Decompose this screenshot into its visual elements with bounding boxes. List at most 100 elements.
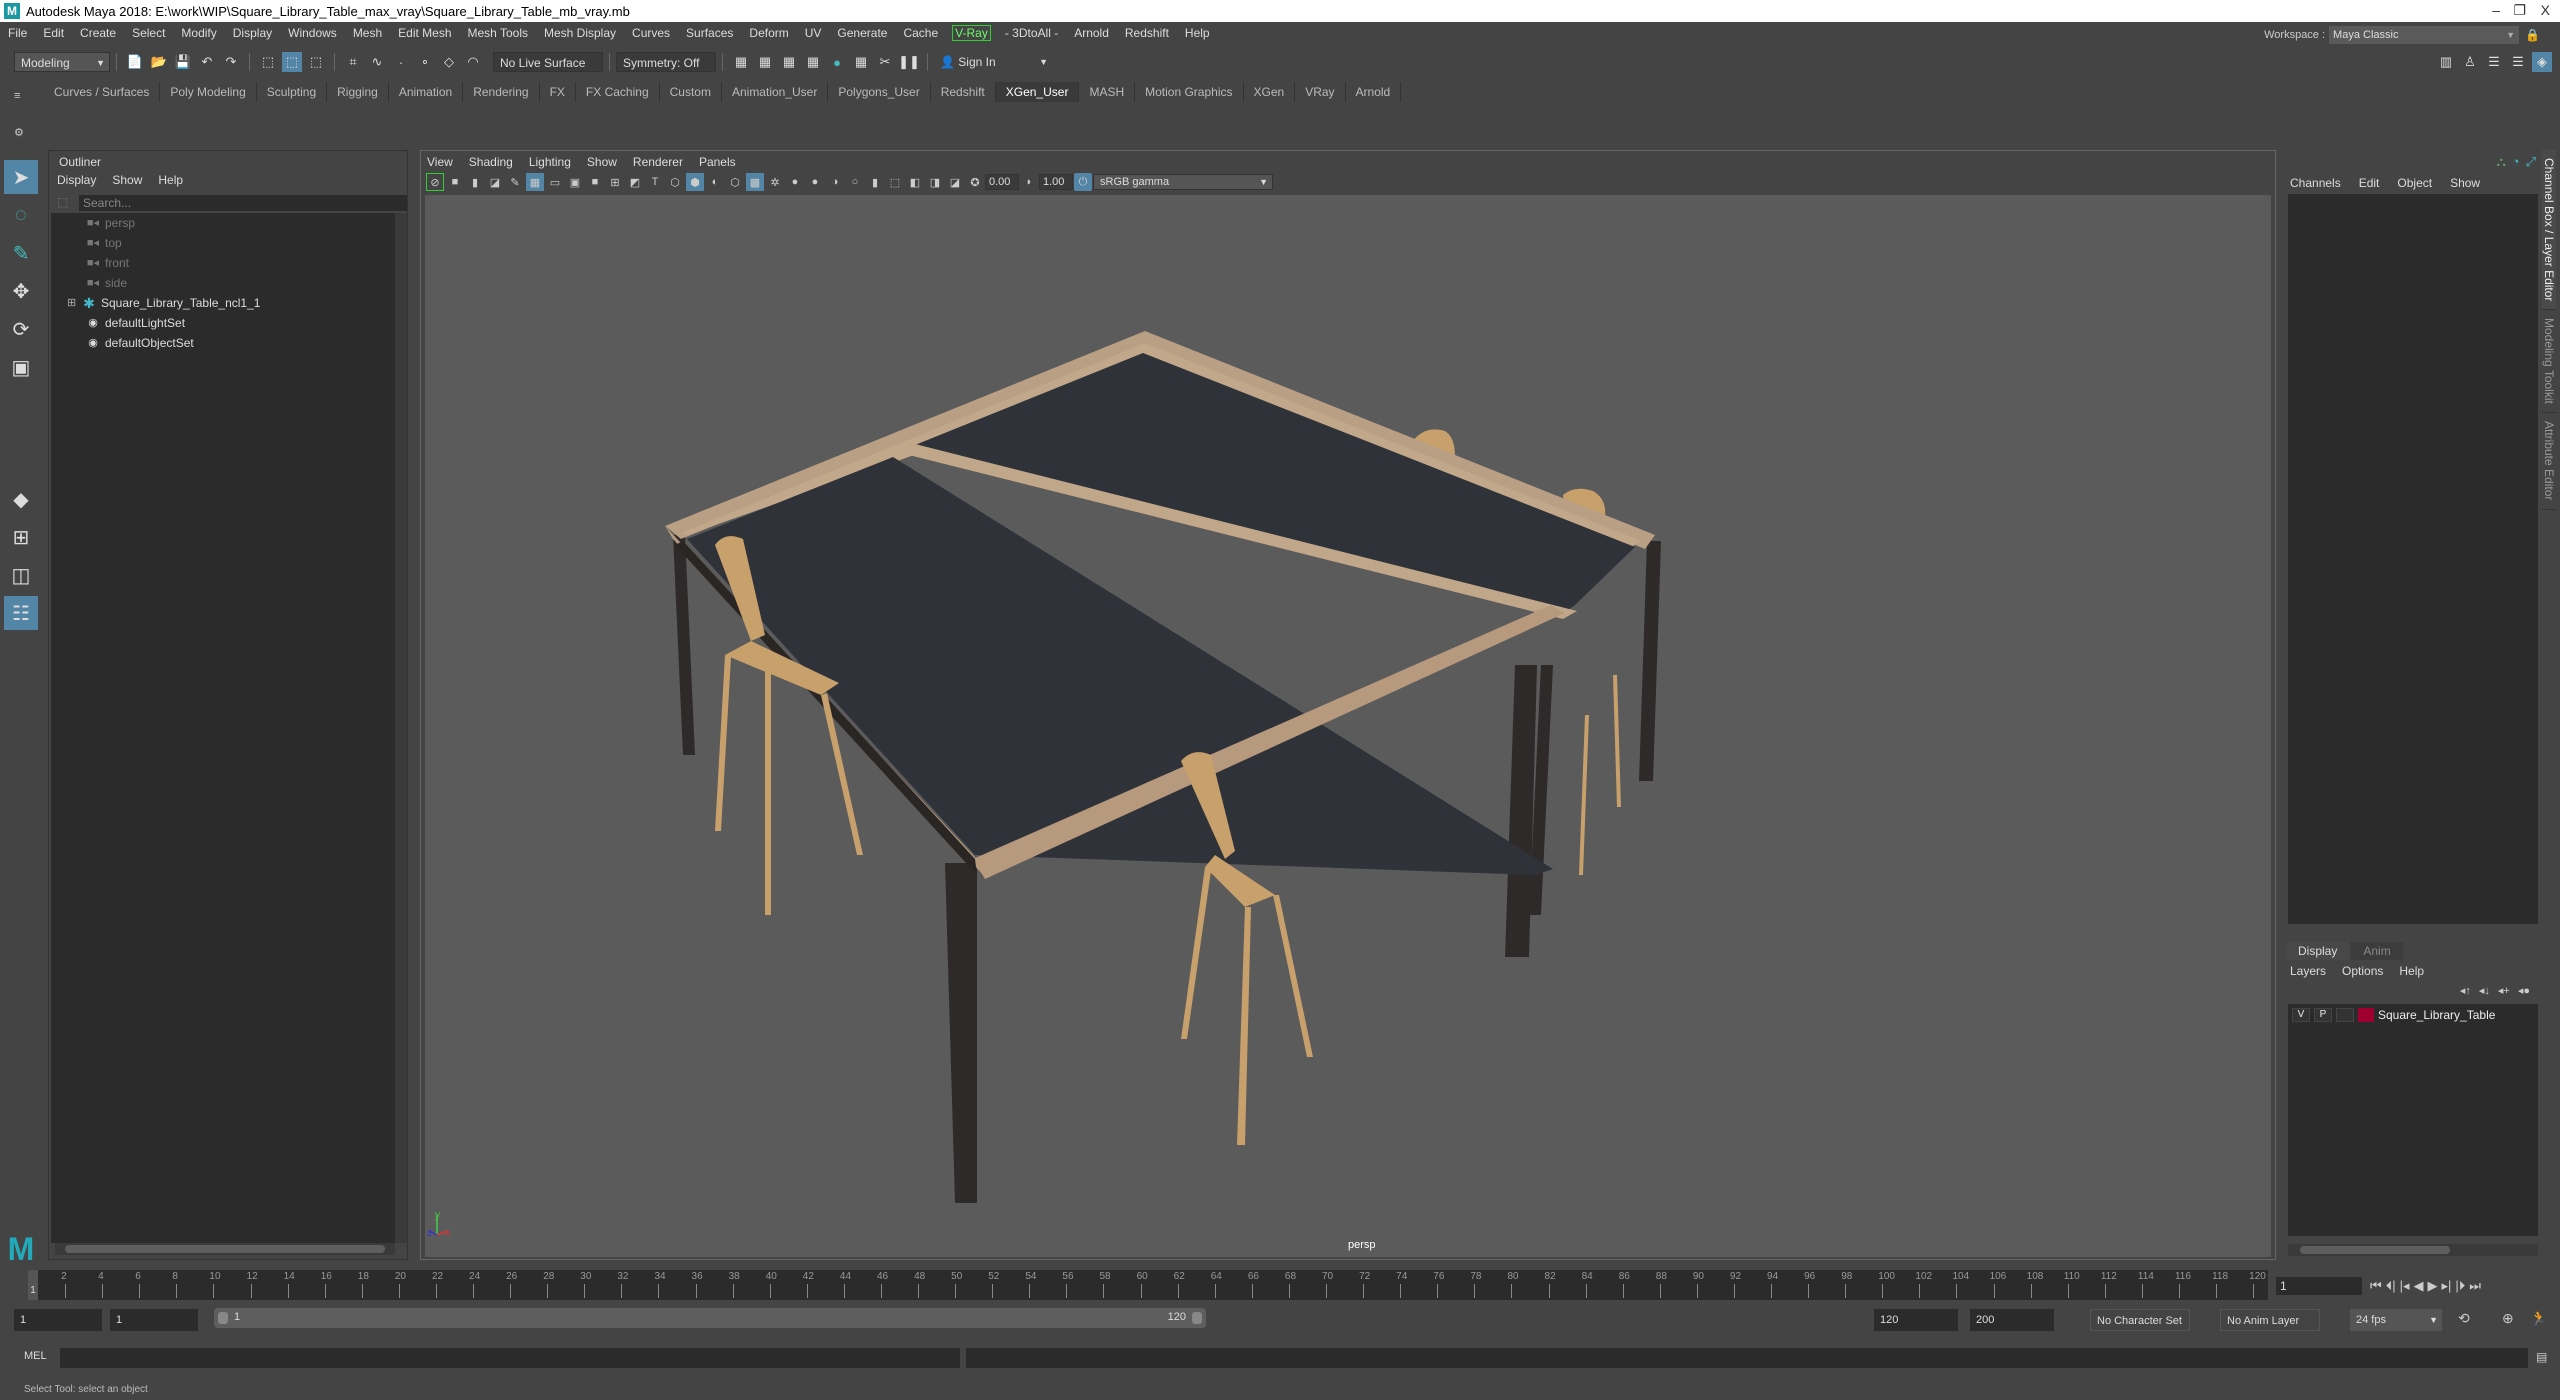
- snap-projected-icon[interactable]: ∘: [415, 52, 435, 72]
- shelf-tab-animation-user[interactable]: Animation_User: [721, 82, 829, 102]
- shelf-tab-curves-surfaces[interactable]: Curves / Surfaces: [44, 82, 161, 102]
- shelf-tab-sculpting[interactable]: Sculpting: [256, 82, 328, 102]
- menu-windows[interactable]: Windows: [280, 26, 345, 40]
- shelf-tab-animation[interactable]: Animation: [388, 82, 464, 102]
- close-button[interactable]: X: [2541, 2, 2550, 18]
- symmetry-dropdown[interactable]: Symmetry: Off: [616, 52, 716, 72]
- move-layer-up-icon[interactable]: ◂↑: [2460, 984, 2471, 997]
- move-layer-down-icon[interactable]: ◂↓: [2479, 984, 2490, 997]
- xray-active-icon[interactable]: ◨: [926, 173, 944, 191]
- loop-icon[interactable]: ⟲: [2458, 1310, 2470, 1327]
- menu-mesh-tools[interactable]: Mesh Tools: [460, 26, 536, 40]
- play-backward-icon[interactable]: ◀: [2414, 1278, 2424, 1294]
- viewport-canvas[interactable]: y x z persp: [425, 195, 2271, 1257]
- menu-vray[interactable]: V-Ray: [952, 25, 991, 41]
- render-setup-icon[interactable]: ▦: [851, 52, 871, 72]
- default-material-icon[interactable]: ◐: [706, 173, 724, 191]
- layer-color-swatch[interactable]: [2358, 1008, 2374, 1022]
- four-view-layout-icon[interactable]: ⊞: [4, 520, 38, 554]
- shelf-menu-icon[interactable]: ≡: [14, 90, 32, 102]
- outliner-item-top[interactable]: ■◂ top: [51, 233, 395, 253]
- layer-menu-options[interactable]: Options: [2342, 964, 2383, 978]
- mel-label[interactable]: MEL: [24, 1350, 47, 1362]
- outliner-item-default-light-set[interactable]: ◉ defaultLightSet: [51, 313, 395, 333]
- outliner-horizontal-scrollbar[interactable]: [55, 1243, 395, 1255]
- render-history-icon[interactable]: ▦: [731, 52, 751, 72]
- menu-file[interactable]: File: [0, 26, 35, 40]
- image-plane-icon[interactable]: ◪: [486, 173, 504, 191]
- viewport-menu-shading[interactable]: Shading: [469, 155, 513, 169]
- sign-in-button[interactable]: 👤 Sign In ▼: [934, 52, 1054, 72]
- hyper-icon[interactable]: ⤢: [2526, 154, 2536, 170]
- single-perspective-layout-icon[interactable]: ◆: [4, 482, 38, 516]
- outliner-menu-show[interactable]: Show: [112, 173, 142, 187]
- menu-arnold[interactable]: Arnold: [1066, 26, 1117, 40]
- redo-icon[interactable]: ↷: [221, 52, 241, 72]
- viewport-menu-show[interactable]: Show: [587, 155, 617, 169]
- outliner-tab[interactable]: Outliner: [51, 153, 110, 171]
- snap-view-plane-icon[interactable]: ◇: [439, 52, 459, 72]
- menu-deform[interactable]: Deform: [741, 26, 796, 40]
- view-transform-dropdown[interactable]: sRGB gamma ▼: [1093, 174, 1273, 190]
- two-view-layout-icon[interactable]: ◫: [4, 558, 38, 592]
- menu-mesh-display[interactable]: Mesh Display: [536, 26, 624, 40]
- depth-of-field-icon[interactable]: ▮: [866, 173, 884, 191]
- menu-mesh[interactable]: Mesh: [345, 26, 390, 40]
- light-editor-icon[interactable]: ✂: [875, 52, 895, 72]
- step-back-key-icon[interactable]: ⏴|: [2386, 1278, 2396, 1294]
- menu-redshift[interactable]: Redshift: [1117, 26, 1177, 40]
- outliner-item-persp[interactable]: ■◂ persp: [51, 213, 395, 233]
- viewport-menu-lighting[interactable]: Lighting: [529, 155, 571, 169]
- restore-button[interactable]: ❐: [2513, 2, 2526, 19]
- menu-uv[interactable]: UV: [797, 26, 830, 40]
- xray-joints-icon[interactable]: ◧: [906, 173, 924, 191]
- playback-start-field[interactable]: 1: [110, 1309, 198, 1331]
- render-frame-icon[interactable]: ▦: [755, 52, 775, 72]
- go-to-end-icon[interactable]: ⏭: [2469, 1278, 2481, 1294]
- anti-aliasing-icon[interactable]: ○: [846, 173, 864, 191]
- shelf-tab-xgen[interactable]: XGen: [1243, 82, 1296, 102]
- menu-edit-mesh[interactable]: Edit Mesh: [390, 26, 459, 40]
- auto-key-icon[interactable]: ⊕: [2502, 1310, 2514, 1327]
- viewport-menu-panels[interactable]: Panels: [699, 155, 736, 169]
- menu-display[interactable]: Display: [225, 26, 280, 40]
- save-scene-icon[interactable]: 💾: [173, 52, 193, 72]
- live-surface-field[interactable]: No Live Surface: [493, 52, 603, 72]
- shelf-tab-polygons-user[interactable]: Polygons_User: [828, 82, 931, 102]
- lasso-tool-icon[interactable]: ◌: [4, 198, 38, 232]
- step-forward-frame-icon[interactable]: ▸|: [2442, 1278, 2452, 1294]
- gate-mask-icon[interactable]: ■: [586, 173, 604, 191]
- step-forward-key-icon[interactable]: |⏵: [2455, 1278, 2465, 1294]
- shelf-tab-rendering[interactable]: Rendering: [463, 82, 540, 102]
- go-to-start-icon[interactable]: ⏮: [2370, 1278, 2382, 1294]
- ambient-occlusion-icon[interactable]: ●: [806, 173, 824, 191]
- shelf-tab-custom[interactable]: Custom: [659, 82, 722, 102]
- modeling-toolkit-toggle-icon[interactable]: ▥: [2436, 52, 2456, 72]
- manipulator-icon[interactable]: ⛬: [2497, 154, 2506, 170]
- new-layer-icon[interactable]: ◂+: [2498, 984, 2510, 997]
- fps-dropdown[interactable]: 24 fps ▼: [2350, 1309, 2442, 1331]
- new-layer-from-selection-icon[interactable]: ◂●: [2518, 984, 2530, 997]
- menu-curves[interactable]: Curves: [624, 26, 678, 40]
- filter-icon[interactable]: ⬚: [57, 195, 68, 209]
- color-management-toggle-icon[interactable]: ⏻: [1074, 173, 1092, 191]
- start-time-field[interactable]: 1: [14, 1309, 102, 1331]
- current-time-marker[interactable]: 1: [28, 1270, 38, 1300]
- animation-preferences-icon[interactable]: 🏃: [2530, 1310, 2547, 1327]
- minimize-button[interactable]: –: [2492, 2, 2500, 18]
- menu-select[interactable]: Select: [124, 26, 173, 40]
- workspace-dropdown[interactable]: Maya Classic: [2329, 26, 2520, 44]
- menu-modify[interactable]: Modify: [173, 26, 224, 40]
- shelf-settings-icon[interactable]: ⚙: [14, 126, 32, 139]
- smooth-shade-icon[interactable]: ⬢: [686, 173, 704, 191]
- snap-curve-icon[interactable]: ∿: [367, 52, 387, 72]
- layer-horizontal-scrollbar[interactable]: [2288, 1244, 2538, 1256]
- film-gate-icon[interactable]: ▭: [546, 173, 564, 191]
- xray-icon[interactable]: ⬚: [886, 173, 904, 191]
- two-d-pan-icon[interactable]: ✎: [506, 173, 524, 191]
- playback-end-field[interactable]: 120: [1874, 1309, 1958, 1331]
- layer-menu-help[interactable]: Help: [2399, 964, 2424, 978]
- channel-box-menu-edit[interactable]: Edit: [2359, 176, 2380, 190]
- outliner-item-table-group[interactable]: ⊞ ✱ Square_Library_Table_ncl1_1: [51, 293, 395, 313]
- rotate-tool-icon[interactable]: ⟳: [4, 312, 38, 346]
